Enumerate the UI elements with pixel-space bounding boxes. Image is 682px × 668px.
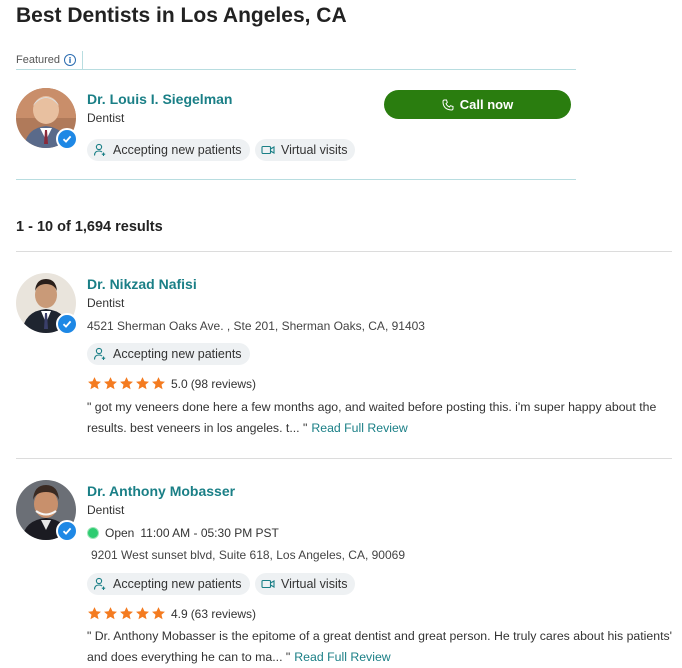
doctor-specialty: Dentist	[87, 111, 125, 125]
video-camera-icon	[261, 579, 275, 589]
star-icon	[104, 607, 117, 620]
avatar[interactable]	[16, 273, 78, 335]
info-icon[interactable]: i	[64, 54, 77, 66]
review-snippet: " Dr. Anthony Mobasser is the epitome of…	[87, 626, 677, 668]
review-count[interactable]: (63 reviews)	[191, 607, 256, 621]
star-icon	[136, 377, 149, 390]
user-plus-icon	[93, 347, 106, 360]
star-icon	[152, 377, 165, 390]
verified-check-icon	[56, 313, 78, 335]
star-icon	[88, 607, 101, 620]
rating-value: 5.0	[171, 376, 188, 391]
accepting-patients-badge: Accepting new patients	[87, 343, 250, 365]
doctor-name-link[interactable]: Dr. Louis I. Siegelman	[87, 91, 232, 107]
doctor-name-link[interactable]: Dr. Nikzad Nafisi	[87, 276, 197, 292]
badge-label: Accepting new patients	[113, 577, 242, 591]
doctor-address: 9201 West sunset blvd, Suite 618, Los An…	[91, 548, 405, 562]
featured-tag: Featured i	[16, 51, 84, 69]
user-plus-icon	[93, 577, 106, 590]
rating-row: 4.9 (63 reviews)	[87, 606, 256, 621]
star-icon	[104, 377, 117, 390]
star-rating	[87, 376, 166, 391]
review-count[interactable]: (98 reviews)	[191, 377, 256, 391]
featured-header: Featured i	[16, 51, 576, 70]
call-now-button[interactable]: Call now	[384, 90, 571, 119]
doctor-address: 4521 Sherman Oaks Ave. , Ste 201, Sherma…	[87, 319, 425, 333]
open-status: Open	[105, 526, 135, 540]
review-snippet: " got my veneers done here a few months …	[87, 397, 677, 439]
call-now-label: Call now	[459, 97, 514, 112]
avatar[interactable]	[16, 88, 78, 150]
user-plus-icon	[93, 143, 106, 156]
video-camera-icon	[261, 145, 275, 155]
doctor-name-link[interactable]: Dr. Anthony Mobasser	[87, 483, 235, 499]
badge-label: Virtual visits	[281, 577, 348, 591]
accepting-patients-badge: Accepting new patients	[87, 139, 250, 161]
verified-check-icon	[56, 128, 78, 150]
badge-label: Accepting new patients	[113, 143, 242, 157]
hours: 11:00 AM - 05:30 PM PST	[140, 526, 279, 540]
phone-icon	[442, 99, 454, 111]
star-icon	[120, 377, 133, 390]
star-icon	[152, 607, 165, 620]
open-hours: Open 11:00 AM - 05:30 PM PST	[87, 526, 279, 540]
doctor-specialty: Dentist	[87, 296, 125, 310]
badge-label: Virtual visits	[281, 143, 348, 157]
featured-label: Featured	[16, 54, 61, 66]
badge-label: Accepting new patients	[113, 347, 242, 361]
open-status-icon	[87, 527, 99, 539]
star-rating	[87, 606, 166, 621]
avatar[interactable]	[16, 480, 78, 542]
virtual-visits-badge: Virtual visits	[255, 139, 356, 161]
accepting-patients-badge: Accepting new patients	[87, 573, 250, 595]
rating-row: 5.0 (98 reviews)	[87, 376, 256, 391]
star-icon	[136, 607, 149, 620]
star-icon	[88, 377, 101, 390]
verified-check-icon	[56, 520, 78, 542]
read-full-review-link[interactable]: Read Full Review	[294, 650, 390, 664]
featured-divider	[16, 179, 576, 180]
rating-value: 4.9	[171, 606, 188, 621]
listing-divider	[16, 458, 672, 459]
page-title: Best Dentists in Los Angeles, CA	[16, 4, 347, 27]
read-full-review-link[interactable]: Read Full Review	[311, 421, 407, 435]
virtual-visits-badge: Virtual visits	[255, 573, 356, 595]
star-icon	[120, 607, 133, 620]
results-divider	[16, 251, 672, 252]
doctor-specialty: Dentist	[87, 503, 125, 517]
results-count: 1 - 10 of 1,694 results	[16, 219, 163, 235]
